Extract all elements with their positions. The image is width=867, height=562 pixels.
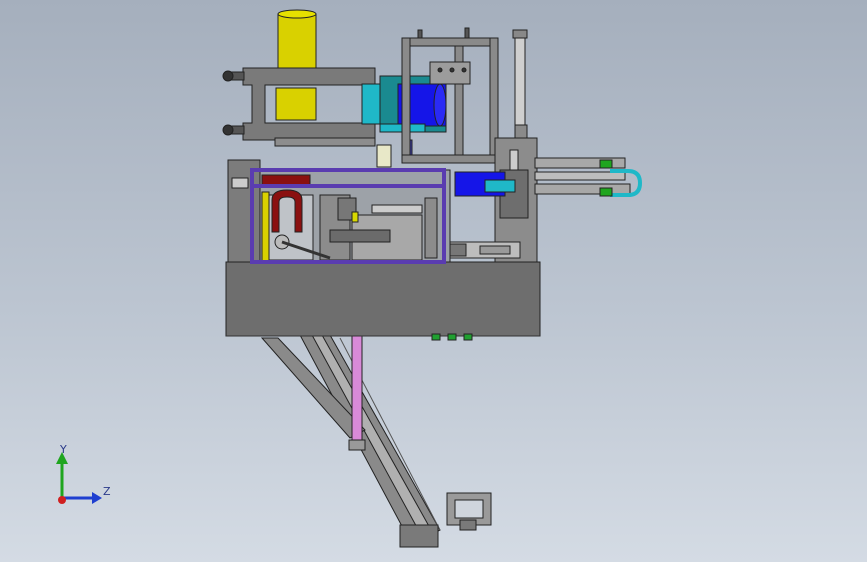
cad-viewport[interactable]: Y Z: [0, 0, 867, 562]
z-axis-label: Z: [103, 485, 111, 498]
main-base-box: [225, 261, 541, 337]
top-c-frame: [222, 9, 376, 147]
y-axis-label: Y: [60, 443, 67, 456]
bottom-gripper: [446, 492, 492, 531]
axis-triad: Y Z: [40, 440, 120, 510]
left-enclosure: [227, 159, 261, 263]
lower-cylinder: [449, 241, 521, 259]
machine-assembly-model[interactable]: [0, 0, 867, 562]
axis-triad-icon: [56, 452, 102, 504]
green-pegs: [431, 333, 473, 341]
